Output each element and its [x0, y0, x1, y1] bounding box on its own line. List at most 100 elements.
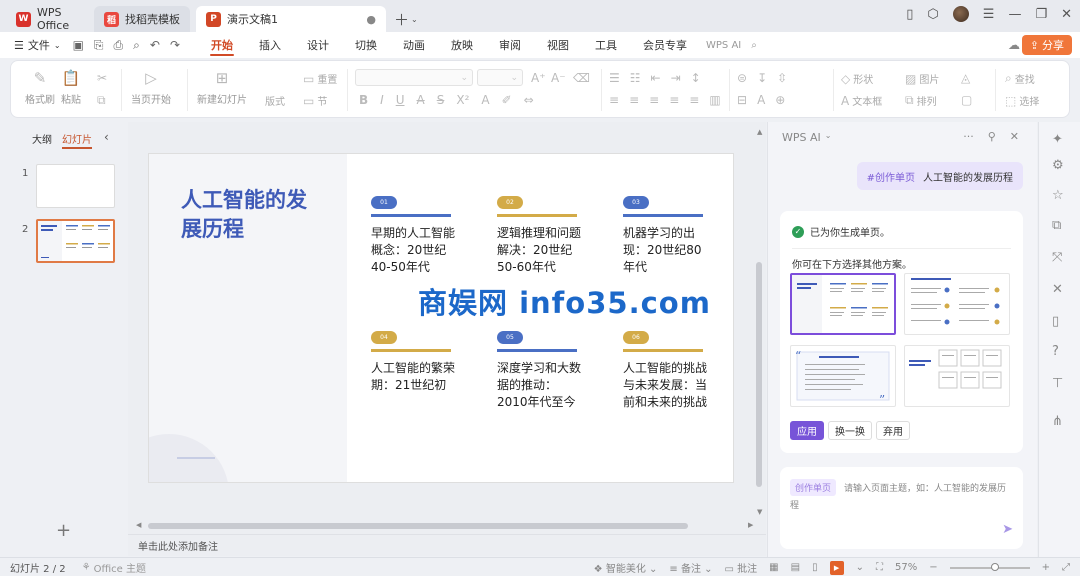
add-slide-button[interactable]: +: [56, 520, 71, 541]
change-button[interactable]: 换一换: [828, 421, 872, 440]
close-tab-icon[interactable]: ●: [366, 13, 376, 26]
network-icon[interactable]: ⋔: [1052, 414, 1063, 429]
decrease-indent-icon[interactable]: ⇤: [651, 71, 661, 85]
tab-member[interactable]: 会员专享: [630, 32, 700, 58]
text-direction-icon[interactable]: ⊜: [737, 71, 747, 85]
more-icon[interactable]: ···: [963, 130, 974, 143]
help-icon[interactable]: ?: [1052, 344, 1059, 359]
scroll-right-icon[interactable]: ▶: [748, 521, 753, 529]
cut-icon[interactable]: ✂: [97, 71, 107, 85]
shape-button[interactable]: ◇ 形状: [841, 71, 873, 87]
zoom-slider[interactable]: [949, 562, 1030, 571]
star-icon[interactable]: ☆: [1052, 188, 1064, 203]
font-color-icon[interactable]: A: [481, 93, 489, 107]
align-right-icon[interactable]: ≡: [649, 93, 659, 107]
font-size-select[interactable]: ⌄: [477, 69, 523, 86]
line-spacing-icon[interactable]: ↕: [691, 71, 701, 85]
font-grow-icon[interactable]: A⁺: [531, 71, 546, 85]
font-family-select[interactable]: ⌄: [355, 69, 473, 86]
textbox-button[interactable]: A 文本框: [841, 93, 882, 109]
sorter-view-icon[interactable]: ▤: [791, 562, 800, 573]
timeline-item[interactable]: 05 深度学习和大数据的推动：2010年代至今: [497, 331, 587, 411]
arrange-button[interactable]: ⧉ 排列: [905, 93, 937, 108]
align-left-icon[interactable]: ≡: [609, 93, 619, 107]
tab-wps-office[interactable]: W WPS Office: [6, 6, 88, 32]
minimize-icon[interactable]: —: [1008, 7, 1021, 22]
numbered-list-icon[interactable]: ☷: [630, 71, 641, 85]
send-icon[interactable]: ➤: [1002, 522, 1013, 537]
superscript-icon[interactable]: X²: [456, 93, 469, 107]
slide-title[interactable]: 人工智能的发展历程: [181, 186, 321, 244]
book-icon[interactable]: ▯: [906, 7, 913, 22]
bullet-list-icon[interactable]: ☰: [609, 71, 620, 85]
close-window-icon[interactable]: ✕: [1061, 7, 1072, 22]
text-effect-icon[interactable]: ⊕: [775, 93, 785, 107]
tab-outline[interactable]: 大纲: [32, 131, 52, 149]
fill-button[interactable]: ◬: [961, 71, 970, 85]
save-icon[interactable]: ▣: [73, 38, 84, 53]
align-center-icon[interactable]: ≡: [629, 93, 639, 107]
columns-icon[interactable]: ▥: [709, 93, 720, 107]
paste-button[interactable]: 📋 粘贴: [61, 69, 81, 106]
bold-icon[interactable]: B: [359, 93, 368, 107]
restore-icon[interactable]: ❐: [1035, 7, 1047, 22]
ai-panel-title[interactable]: WPS AI ⌄: [782, 131, 831, 144]
tab-template-store[interactable]: 稻 找稻壳模板: [94, 6, 190, 32]
zoom-level[interactable]: 57%: [895, 562, 917, 573]
format-painter-button[interactable]: ✎ 格式刷: [25, 69, 55, 106]
layout-button[interactable]: 版式: [265, 93, 285, 108]
undo-icon[interactable]: ↶: [150, 38, 160, 53]
timeline-item[interactable]: 01 早期的人工智能概念：20世纪40-50年代: [371, 196, 461, 276]
underline-icon[interactable]: U: [396, 93, 405, 107]
tab-tools[interactable]: 工具: [582, 32, 630, 58]
tab-insert[interactable]: 插入: [246, 32, 294, 58]
print-icon[interactable]: ⎙: [114, 38, 124, 53]
collapse-panel-icon[interactable]: ‹: [104, 130, 109, 144]
share-button[interactable]: ⇪ 分享: [1021, 35, 1072, 55]
zoom-out-icon[interactable]: −: [929, 562, 937, 573]
timeline-item[interactable]: 02 逻辑推理和问题解决：20世纪50-60年代: [497, 196, 587, 276]
design-option-4[interactable]: [904, 345, 1010, 407]
timeline-item[interactable]: 06 人工智能的挑战与未来发展：当前和未来的挑战: [623, 331, 713, 411]
clear-format-icon[interactable]: ⌫: [573, 71, 590, 85]
font-shrink-icon[interactable]: A⁻: [551, 71, 566, 85]
strikethrough-icon[interactable]: A: [417, 93, 425, 107]
tab-animation[interactable]: 动画: [390, 32, 438, 58]
discard-button[interactable]: 弃用: [876, 421, 910, 440]
ai-spark-icon[interactable]: ✦: [1052, 132, 1063, 147]
justify-icon[interactable]: ≡: [669, 93, 679, 107]
copy-icon[interactable]: ⧉: [1052, 218, 1061, 233]
design-option-2[interactable]: [904, 273, 1010, 335]
file-menu[interactable]: ☰ 文件 ⌄: [14, 37, 61, 53]
find-button[interactable]: ⌕ 查找: [1005, 71, 1035, 86]
slide-thumbnail-2[interactable]: [36, 219, 115, 263]
tab-review[interactable]: 审阅: [486, 32, 534, 58]
redo-icon[interactable]: ↷: [170, 38, 180, 53]
design-option-1[interactable]: [790, 273, 896, 335]
theme-indicator[interactable]: ⚘ Office 主题: [82, 560, 146, 575]
text-align-icon[interactable]: ⇳: [777, 71, 787, 85]
distribute-icon[interactable]: ≡: [689, 93, 699, 107]
preview-icon[interactable]: ⌕: [133, 38, 140, 53]
image-button[interactable]: ▨ 图片: [905, 71, 939, 87]
play-from-current-button[interactable]: ▷ 当页开始: [131, 69, 171, 106]
normal-view-icon[interactable]: ▦: [769, 562, 778, 573]
tab-slides[interactable]: 幻灯片: [62, 131, 92, 149]
new-slide-button[interactable]: ⊞ 新建幻灯片: [197, 69, 247, 106]
tab-slideshow[interactable]: 放映: [438, 32, 486, 58]
tools-icon[interactable]: ✕: [1052, 282, 1063, 297]
copy-icon[interactable]: ⧉: [97, 93, 106, 108]
vertical-scrollbar[interactable]: [756, 262, 762, 487]
zoom-slider-handle[interactable]: [991, 562, 1000, 571]
timeline-item[interactable]: 03 机器学习的出现：20世纪80年代: [623, 196, 713, 276]
scroll-up-icon[interactable]: ▲: [757, 128, 762, 136]
tab-design[interactable]: 设计: [294, 32, 342, 58]
italic-icon[interactable]: I: [380, 93, 384, 107]
timeline-item[interactable]: 04 人工智能的繁荣期：21世纪初: [371, 331, 461, 394]
reset-button[interactable]: ▭ 重置: [303, 71, 337, 87]
smart-art-icon[interactable]: ⊟: [737, 93, 747, 107]
transform-icon[interactable]: ⤧: [1052, 250, 1062, 265]
fit-window-icon[interactable]: ⛶: [876, 562, 883, 573]
notes-area[interactable]: 单击此处添加备注: [128, 534, 766, 556]
fullscreen-icon[interactable]: ⤢: [1062, 562, 1070, 573]
